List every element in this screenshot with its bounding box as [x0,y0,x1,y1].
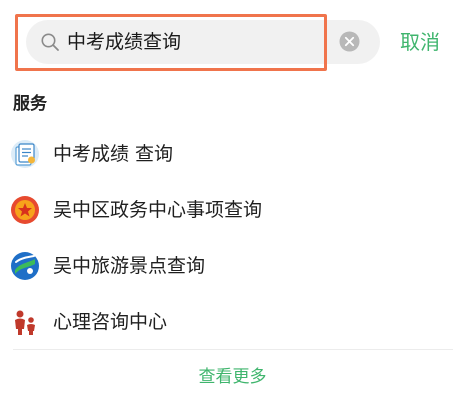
view-more-link[interactable]: 查看更多 [0,364,465,390]
certificate-icon [11,140,39,168]
list-item[interactable]: 吴中区政务中心事项查询 [0,182,465,238]
list-item[interactable]: 心理咨询中心 [0,294,465,350]
government-emblem-icon [11,196,39,224]
service-label: 吴中旅游景点查询 [53,255,206,277]
search-icon [41,33,59,51]
list-item[interactable]: 中考成绩 查询 [0,126,465,182]
section-title: 服务 [13,94,47,114]
tourism-logo-icon [11,252,39,280]
search-bar: 中考成绩查询 取消 [0,0,465,86]
list-item[interactable]: 吴中旅游景点查询 [0,238,465,294]
family-icon [15,310,35,335]
service-label: 吴中区政务中心事项查询 [53,199,263,221]
divider [13,349,453,350]
search-query-text[interactable]: 中考成绩查询 [67,29,181,55]
service-label: 中考成绩 查询 [53,143,174,165]
cancel-button[interactable]: 取消 [400,28,440,56]
clear-icon[interactable] [339,31,360,52]
service-label: 心理咨询中心 [53,311,168,333]
